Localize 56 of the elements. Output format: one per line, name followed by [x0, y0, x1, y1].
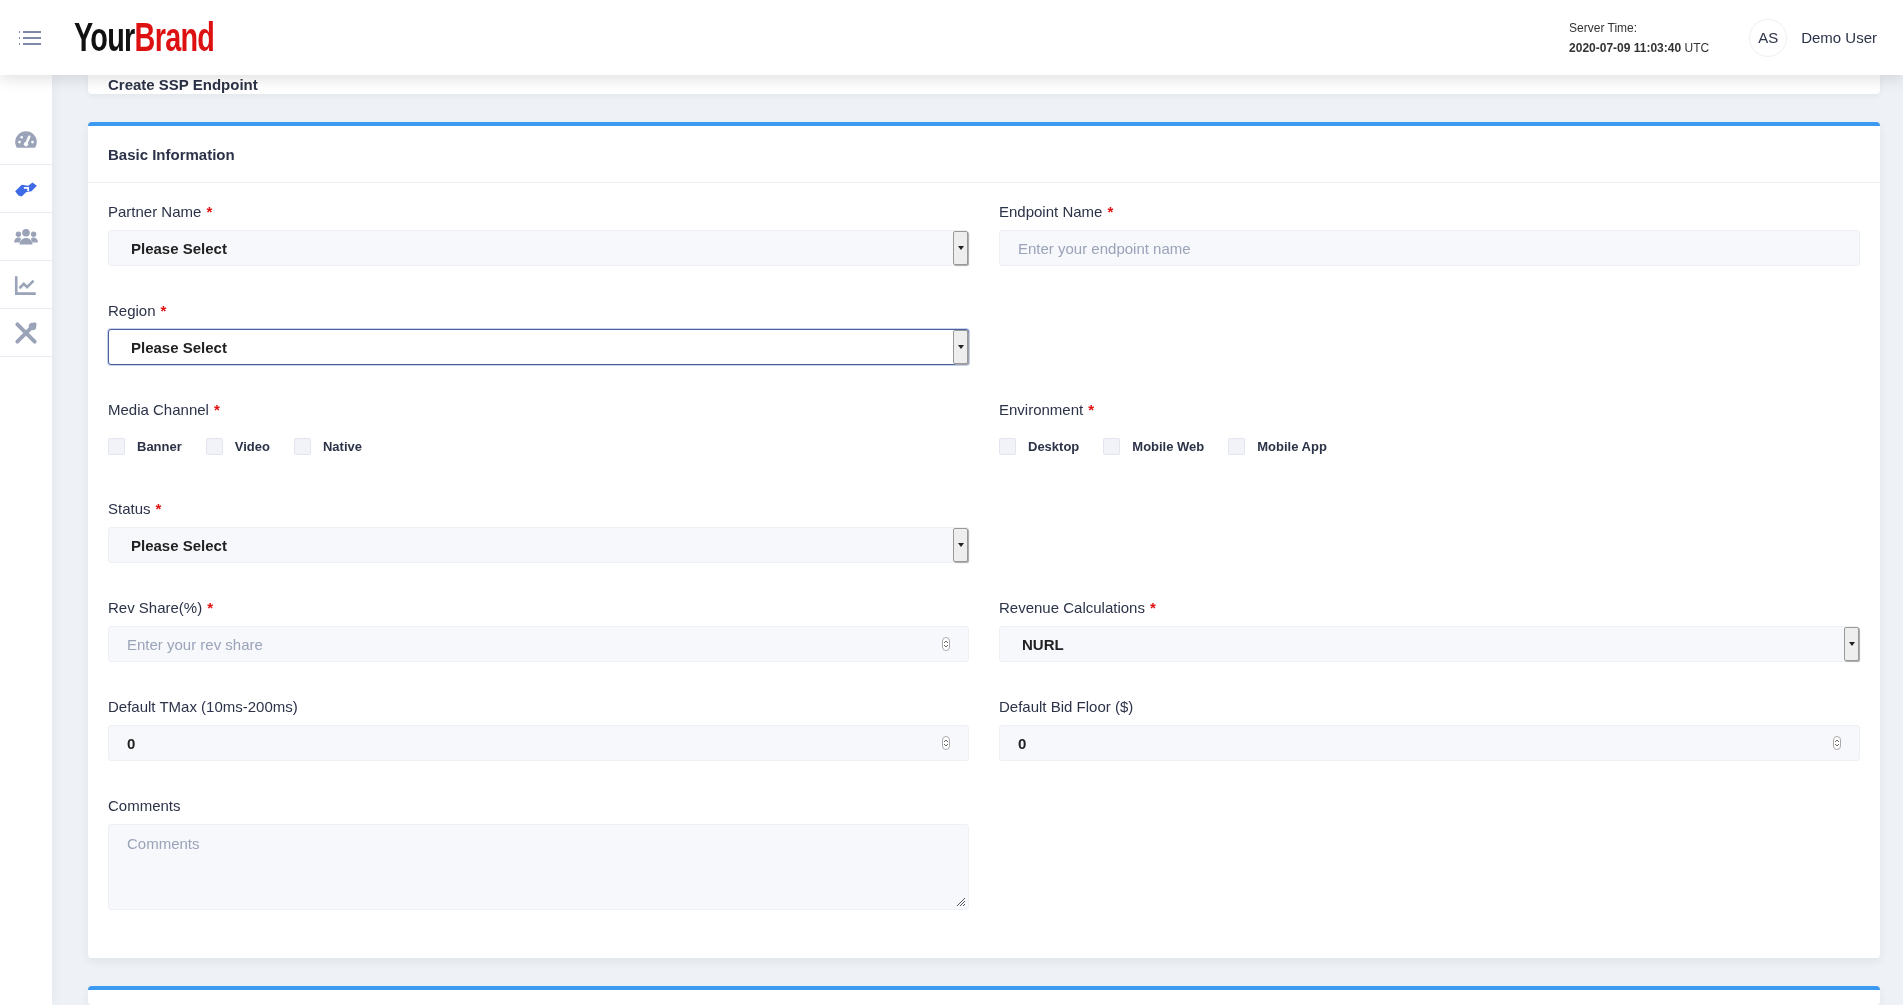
text-field[interactable]: Enter your endpoint name [999, 230, 1860, 267]
field-label: Default Bid Floor ($) [999, 698, 1134, 716]
checkbox[interactable]: Mobile App [1228, 437, 1327, 455]
brand-logo-text: Your [74, 15, 135, 60]
tools-icon [12, 319, 40, 346]
field-label: Default TMax (10ms-200ms) [108, 698, 298, 716]
caret-icon [953, 528, 968, 563]
required-asterisk: * [1088, 401, 1095, 419]
select-field[interactable]: Please Select [108, 527, 969, 564]
required-asterisk: * [207, 599, 214, 617]
number-field[interactable]: 0 [108, 725, 969, 762]
checkbox[interactable]: Desktop [999, 437, 1080, 455]
field-label: Partner Name [108, 203, 202, 221]
checkbox[interactable]: Video [205, 437, 270, 455]
checkbox-box[interactable] [293, 437, 311, 455]
checkbox[interactable]: Mobile Web [1103, 437, 1205, 455]
select-field[interactable]: NURL [999, 626, 1860, 663]
checkbox-box[interactable] [205, 437, 223, 455]
checkbox-box[interactable] [1103, 437, 1121, 455]
checkbox-box[interactable] [1228, 437, 1246, 455]
server-time-label: Server Time: [1569, 20, 1639, 35]
select-field[interactable]: Please Select [108, 329, 969, 366]
number-field[interactable]: 0 [999, 725, 1860, 762]
caret-icon [953, 231, 968, 266]
caret-icon [1844, 627, 1859, 662]
field-label: Region [108, 302, 156, 320]
menu-icon[interactable] [18, 28, 42, 47]
resize-grip-icon[interactable] [956, 897, 966, 908]
required-asterisk: * [213, 401, 220, 419]
field-label: Environment [999, 401, 1084, 419]
required-asterisk: * [1107, 203, 1114, 221]
caret-icon [953, 330, 968, 365]
checkbox-box[interactable] [999, 437, 1016, 455]
field-label: Status [108, 500, 151, 518]
field-label: Endpoint Name [999, 203, 1103, 221]
spinner-icon[interactable] [942, 637, 950, 652]
spinner-icon[interactable] [942, 736, 950, 751]
required-asterisk: * [206, 203, 213, 221]
user-name[interactable]: Demo User [1801, 29, 1877, 46]
checkbox[interactable]: Native [293, 437, 362, 455]
page-title: Create SSP Endpoint [88, 75, 1880, 95]
select-field[interactable]: Please Select [108, 230, 969, 267]
checkbox-box[interactable] [108, 437, 125, 455]
required-asterisk: * [155, 500, 162, 518]
field-label: Comments [108, 797, 181, 815]
checkbox[interactable]: Banner [108, 437, 182, 455]
brand-logo-text: Brand [134, 15, 215, 60]
field-label: Rev Share(%) [108, 599, 203, 617]
required-asterisk: * [1149, 599, 1156, 617]
server-time: 2020-07-09 11:03:40 UTC [1569, 40, 1710, 55]
section-title: Basic Information [108, 145, 235, 163]
field-label: Revenue Calculations [999, 599, 1145, 617]
field-label: Media Channel [108, 401, 209, 419]
spinner-icon[interactable] [1833, 736, 1841, 751]
comments-field[interactable]: Comments [108, 824, 969, 911]
required-asterisk: * [160, 302, 167, 320]
